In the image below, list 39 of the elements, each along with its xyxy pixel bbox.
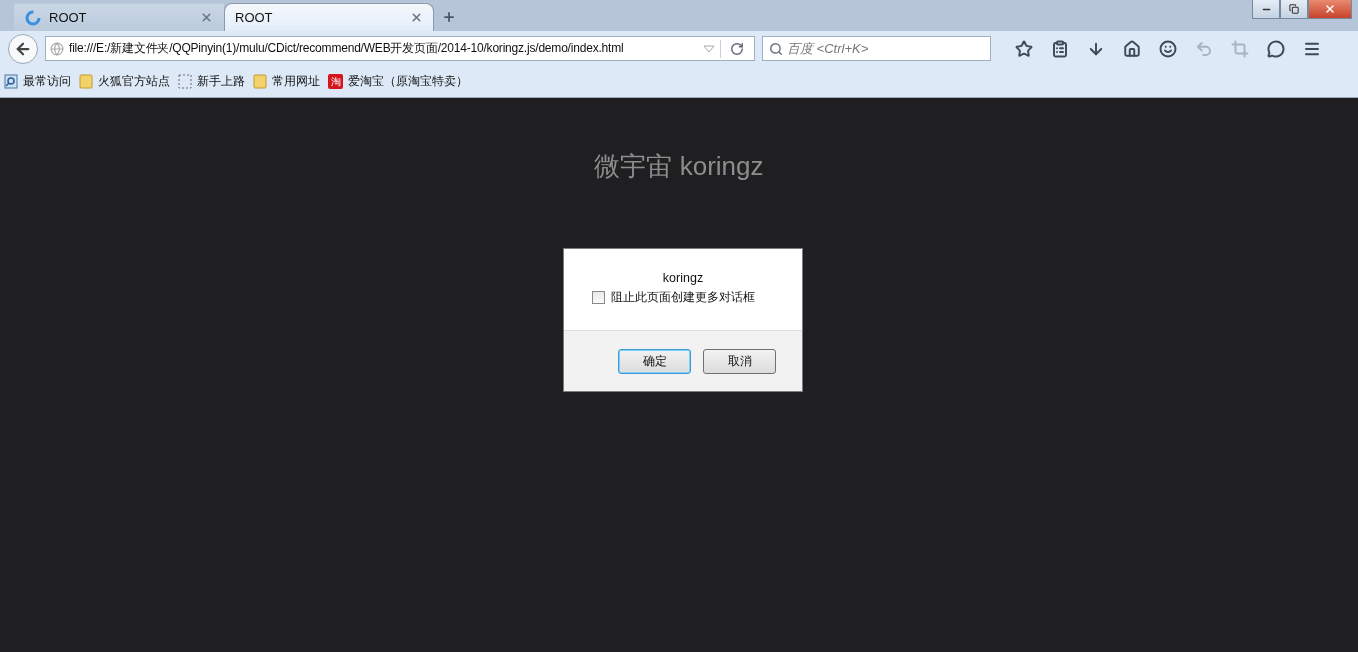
bookmark-item[interactable]: 淘 爱淘宝（原淘宝特卖）	[328, 73, 468, 90]
bookmark-label: 火狐官方站点	[98, 73, 170, 90]
dashed-page-icon	[178, 74, 192, 89]
close-window-button[interactable]	[1308, 0, 1352, 19]
search-field[interactable]: 百度 <Ctrl+K>	[762, 36, 991, 61]
checkbox[interactable]	[592, 291, 605, 304]
tab-title: ROOT	[235, 10, 274, 25]
restore-button[interactable]	[1280, 0, 1308, 19]
folder-icon	[253, 74, 267, 89]
page-heading: 微宇宙 koringz	[594, 150, 764, 182]
page-search-icon	[4, 74, 18, 89]
search-icon	[769, 41, 783, 56]
new-tab-icon[interactable]	[442, 10, 456, 24]
close-icon[interactable]	[410, 11, 423, 24]
reload-icon[interactable]	[730, 41, 744, 56]
taobao-logo: 淘	[328, 74, 343, 89]
globe-icon	[50, 41, 64, 56]
folder-icon	[79, 74, 93, 89]
bookmark-item[interactable]: 火狐官方站点	[79, 73, 170, 90]
bookmark-item[interactable]: 最常访问	[4, 73, 71, 90]
bookmark-label: 常用网址	[272, 73, 320, 90]
dialog-message: koringz	[662, 271, 704, 285]
bookmark-label: 爱淘宝（原淘宝特卖）	[348, 73, 468, 90]
checkbox-label: 阻止此页面创建更多对话框	[611, 289, 755, 306]
bookmark-item[interactable]: 新手上路	[178, 73, 245, 90]
restore-icon	[1289, 4, 1299, 14]
address-field[interactable]: file:///E:/新建文件夹/QQPinyin(1)/mulu/CDict/recommend/WEB开发页面/2014-10/koringz.js/demo/index.html	[45, 36, 755, 61]
back-button[interactable]	[8, 33, 38, 64]
bookmark-label: 最常访问	[23, 73, 71, 90]
bookmark-label: 新手上路	[197, 73, 245, 90]
close-icon	[1324, 3, 1336, 15]
tab-title: ROOT	[49, 10, 88, 25]
browser-tab[interactable]: ROOT	[224, 3, 434, 31]
bookmark-item[interactable]: 常用网址	[253, 73, 320, 90]
close-icon[interactable]	[200, 11, 213, 24]
dialog-button[interactable]: 确定	[618, 348, 691, 374]
dialog-button[interactable]: 取消	[703, 348, 776, 374]
browser-tab[interactable]: ROOT	[14, 3, 224, 31]
minimize-button[interactable]	[1252, 0, 1280, 19]
